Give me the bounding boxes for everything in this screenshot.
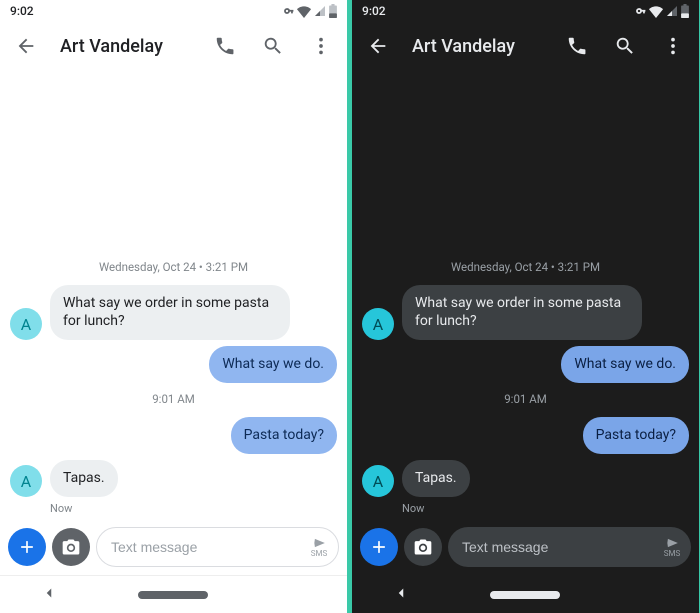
cell-icon [666, 5, 678, 17]
attach-button[interactable] [8, 528, 46, 566]
android-navbar [352, 575, 699, 613]
message-bubble[interactable]: Pasta today? [231, 417, 337, 454]
message-row-out: Pasta today? [10, 417, 337, 454]
message-bubble[interactable]: What say we order in some pasta for lunc… [50, 285, 290, 341]
message-input[interactable] [111, 539, 308, 555]
overflow-button[interactable] [653, 26, 693, 66]
message-row-in: A What say we order in some pasta for lu… [362, 285, 689, 341]
message-row-out: What say we do. [362, 346, 689, 383]
nav-home-pill[interactable] [138, 591, 208, 599]
back-button[interactable] [6, 26, 46, 66]
status-time: 9:02 [362, 4, 386, 18]
vpn-key-icon [632, 4, 646, 18]
avatar[interactable]: A [362, 465, 394, 497]
attach-button[interactable] [360, 528, 398, 566]
send-button[interactable]: SMS [661, 536, 683, 558]
avatar[interactable]: A [362, 308, 394, 340]
avatar[interactable]: A [10, 465, 42, 497]
nav-back-icon[interactable] [40, 584, 58, 606]
message-meta: Now [402, 502, 689, 515]
composer: SMS [352, 519, 699, 575]
timestamp: Wednesday, Oct 24 • 3:21 PM [10, 260, 337, 274]
nav-back-icon[interactable] [392, 584, 410, 606]
status-time: 9:02 [10, 4, 34, 18]
search-button[interactable] [605, 26, 645, 66]
status-bar: 9:02 [352, 0, 699, 22]
phone-light: 9:02 Art Vandelay Wednesday, Oct 24 • 3:… [0, 0, 347, 613]
app-toolbar: Art Vandelay [352, 22, 699, 70]
message-input-container[interactable]: SMS [448, 527, 691, 567]
message-bubble[interactable]: Tapas. [402, 460, 470, 497]
message-input-container[interactable]: SMS [96, 527, 339, 567]
camera-button[interactable] [52, 528, 90, 566]
search-button[interactable] [253, 26, 293, 66]
message-bubble[interactable]: What say we do. [209, 346, 337, 383]
back-button[interactable] [358, 26, 398, 66]
app-toolbar: Art Vandelay [0, 22, 347, 70]
conversation: Wednesday, Oct 24 • 3:21 PM A What say w… [0, 70, 347, 519]
message-row-out: Pasta today? [362, 417, 689, 454]
composer: SMS [0, 519, 347, 575]
timestamp: Wednesday, Oct 24 • 3:21 PM [362, 260, 689, 274]
timestamp: 9:01 AM [362, 392, 689, 406]
timestamp: 9:01 AM [10, 392, 337, 406]
call-button[interactable] [557, 26, 597, 66]
message-input[interactable] [462, 539, 661, 555]
send-label: SMS [311, 550, 327, 558]
message-bubble[interactable]: What say we order in some pasta for lunc… [402, 285, 642, 341]
call-button[interactable] [205, 26, 245, 66]
battery-icon [681, 4, 689, 18]
overflow-button[interactable] [301, 26, 341, 66]
vpn-key-icon [280, 4, 294, 18]
nav-home-pill[interactable] [490, 591, 560, 599]
contact-title: Art Vandelay [60, 36, 197, 57]
message-bubble[interactable]: What say we do. [561, 346, 689, 383]
wifi-icon [297, 4, 311, 18]
camera-button[interactable] [404, 528, 442, 566]
cell-icon [314, 5, 326, 17]
message-bubble[interactable]: Tapas. [50, 460, 118, 497]
avatar[interactable]: A [10, 308, 42, 340]
contact-title: Art Vandelay [412, 36, 549, 57]
send-button[interactable]: SMS [308, 536, 330, 558]
battery-icon [329, 4, 337, 18]
android-navbar [0, 575, 347, 613]
message-row-out: What say we do. [10, 346, 337, 383]
message-row-in: A Tapas. [10, 460, 337, 497]
status-bar: 9:02 [0, 0, 347, 22]
wifi-icon [649, 4, 663, 18]
message-bubble[interactable]: Pasta today? [583, 417, 689, 454]
message-meta: Now [50, 502, 337, 515]
message-row-in: A Tapas. [362, 460, 689, 497]
conversation: Wednesday, Oct 24 • 3:21 PM A What say w… [352, 70, 699, 519]
message-row-in: A What say we order in some pasta for lu… [10, 285, 337, 341]
send-label: SMS [664, 550, 680, 558]
phone-dark: 9:02 Art Vandelay Wednesday, Oct 24 • 3:… [352, 0, 699, 613]
